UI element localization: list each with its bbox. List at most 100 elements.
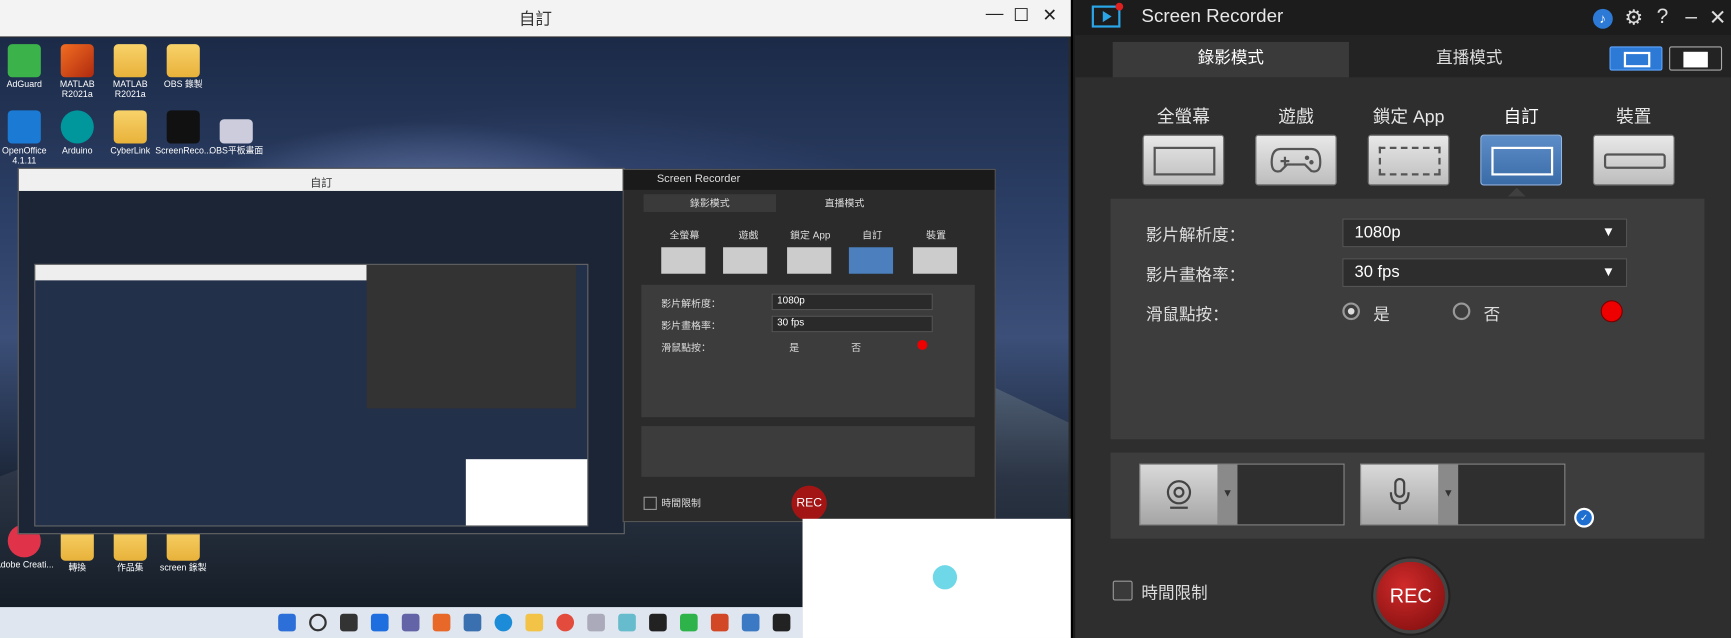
framerate-select[interactable]: 30 fps ▼ <box>1342 258 1628 287</box>
time-limit-checkbox[interactable] <box>1112 580 1133 601</box>
matlab-task-icon[interactable] <box>432 613 451 632</box>
app-icon[interactable] <box>772 613 791 632</box>
resolution-select[interactable]: 1080p ▼ <box>1342 218 1628 248</box>
custom-mode-button[interactable] <box>1480 134 1563 186</box>
desktop-icon-label: CyberLink <box>110 145 151 156</box>
folder-icon <box>166 44 200 78</box>
microphone-icon[interactable] <box>1361 464 1439 525</box>
nested-fullscreen-icon <box>661 247 706 274</box>
mouse-click-no-radio[interactable] <box>1452 302 1471 321</box>
nested-res-value: 1080p <box>771 293 933 311</box>
device-mode-button[interactable] <box>1592 134 1675 186</box>
nested-custom-area-icon <box>848 247 894 274</box>
nested-mode-label: 裝置 <box>926 229 947 241</box>
task-view-icon[interactable] <box>340 613 358 632</box>
media-icon[interactable] <box>741 613 760 632</box>
minimize-icon[interactable]: – <box>1678 6 1704 30</box>
terminal-icon[interactable] <box>649 613 667 632</box>
selected-mode-caret <box>1507 187 1526 197</box>
nested-mode-label: 全螢幕 <box>669 229 700 241</box>
close-icon[interactable]: ✕ <box>1038 4 1062 26</box>
chevron-down-icon[interactable]: ▼ <box>1438 464 1459 525</box>
nested-device-icon <box>912 247 958 274</box>
mode-label-device: 裝置 <box>1616 108 1652 127</box>
desktop-icon-label: ScreenReco... <box>155 145 212 156</box>
mouse-click-yes-label: 是 <box>1373 305 1390 325</box>
windows-taskbar <box>0 607 803 638</box>
nested-input-bar <box>641 426 975 477</box>
mode-label-lock-app: 鎖定 App <box>1372 108 1445 127</box>
lock-app-mode-button[interactable] <box>1367 134 1450 186</box>
framerate-value: 30 fps <box>1354 262 1400 282</box>
desktop-icon-label: OpenOffice 4.1.11 <box>2 145 47 166</box>
matlab-icon <box>60 44 94 78</box>
fullscreen-icon <box>1153 146 1216 176</box>
minimize-icon[interactable]: — <box>982 4 1006 24</box>
nested-tab-record: 錄影模式 <box>643 194 777 212</box>
help-icon[interactable]: ? <box>1649 6 1675 30</box>
webcam-device-field[interactable] <box>1237 464 1344 525</box>
powerpoint-icon[interactable] <box>710 613 729 632</box>
recorder-title: Screen Recorder <box>1141 5 1284 27</box>
gear-icon[interactable]: ⚙ <box>1621 6 1647 31</box>
tab-record-mode[interactable]: 錄影模式 <box>1112 41 1349 78</box>
calculator-icon[interactable] <box>587 613 605 632</box>
nested-fps-value: 30 fps <box>771 315 933 333</box>
device-icon <box>1603 153 1666 169</box>
microphone-source[interactable]: ▼ <box>1360 463 1566 526</box>
nested-recorder-title: Screen Recorder <box>656 173 741 186</box>
nested-white-area <box>465 459 588 526</box>
game-mode-button[interactable] <box>1255 134 1337 186</box>
maximize-icon[interactable]: ☐ <box>1009 4 1033 26</box>
nested-title: 自訂 <box>310 177 333 190</box>
close-icon[interactable]: ✕ <box>1704 6 1730 31</box>
microphone-device-field[interactable] <box>1458 464 1565 525</box>
resolution-label: 影片解析度： <box>1145 226 1246 246</box>
adguard-icon <box>7 44 41 78</box>
lock-app-icon <box>1378 146 1441 176</box>
rec-button[interactable]: REC <box>1373 558 1449 634</box>
nested-res-label: 影片解析度： <box>661 298 721 310</box>
screen-recorder-task-icon[interactable] <box>618 613 636 632</box>
nested-time-limit-label: 時間限制 <box>661 497 701 509</box>
gamepad-icon <box>1270 147 1322 173</box>
mouse-click-yes-radio[interactable] <box>1342 302 1361 321</box>
screen-recorder-logo-icon <box>1091 2 1124 28</box>
store-icon[interactable] <box>463 613 482 632</box>
arduino-icon <box>60 110 94 144</box>
nested-mode-label: 遊戲 <box>738 229 759 241</box>
line-icon[interactable] <box>680 613 698 632</box>
compact-view-button[interactable] <box>1669 46 1723 71</box>
nested-titlebar: 自訂 <box>18 168 624 191</box>
chevron-down-icon[interactable]: ▼ <box>1217 464 1238 525</box>
white-preview-area <box>802 518 1071 638</box>
nested-gamepad-icon <box>723 247 768 274</box>
openoffice-icon <box>7 110 41 144</box>
edge-icon[interactable] <box>494 613 513 632</box>
notification-icon[interactable]: ♪ <box>1590 6 1616 30</box>
desktop-icon-label: OBS 錄製 <box>163 79 203 90</box>
custom-window-titlebar[interactable]: 自訂 — ☐ ✕ <box>0 0 1071 37</box>
recorder-titlebar[interactable]: Screen Recorder ♪ ⚙ ? – ✕ <box>1075 0 1731 36</box>
desktop-icon-label: Arduino <box>62 145 93 156</box>
nested-recorder-mini <box>366 264 577 409</box>
start-icon[interactable] <box>278 613 296 632</box>
fullscreen-mode-button[interactable] <box>1142 134 1225 186</box>
desktop-icon[interactable]: OBS 錄製 <box>152 44 214 89</box>
teams-icon[interactable] <box>401 613 420 632</box>
chrome-icon[interactable] <box>556 613 575 632</box>
nested-level-2 <box>34 263 589 527</box>
tab-live-mode[interactable]: 直播模式 <box>1351 42 1587 77</box>
file-explorer-icon[interactable] <box>525 613 544 632</box>
time-limit-label: 時間限制 <box>1141 583 1208 603</box>
desktop-icon[interactable]: OBS平板畫面 <box>205 119 267 156</box>
webcam-icon[interactable] <box>1140 464 1218 525</box>
search-icon[interactable] <box>309 613 327 632</box>
nested-level-2-titlebar <box>35 264 367 281</box>
click-color-swatch[interactable] <box>1600 300 1623 323</box>
desktop-icon[interactable]: screen 錄製 <box>152 527 214 573</box>
mascot-icon <box>932 565 958 590</box>
webcam-source[interactable]: ▼ <box>1139 463 1345 526</box>
widgets-icon[interactable] <box>370 613 389 632</box>
expanded-view-button[interactable] <box>1609 46 1663 71</box>
